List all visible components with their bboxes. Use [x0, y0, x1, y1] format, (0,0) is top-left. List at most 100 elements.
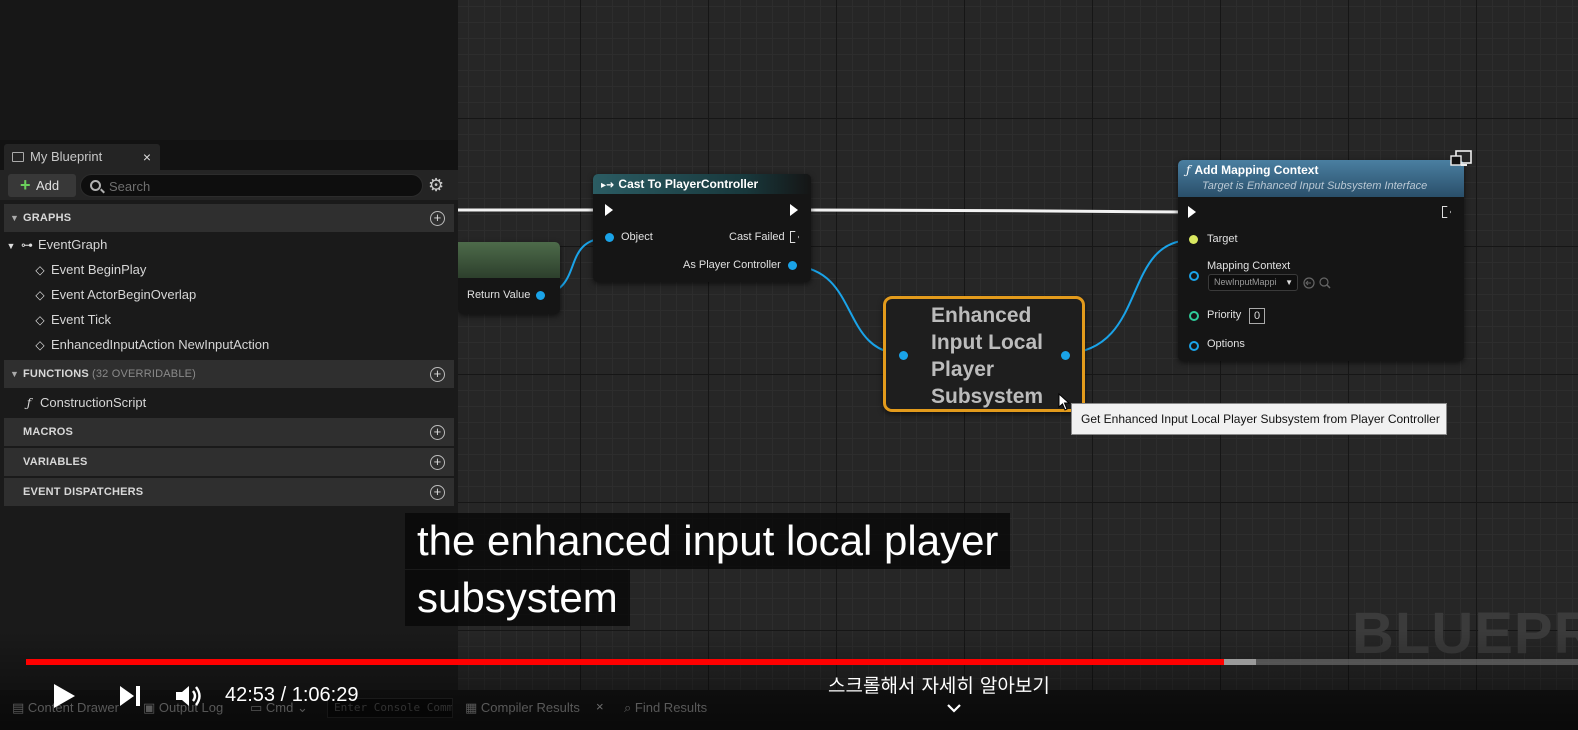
- tree-item-event[interactable]: ◇ Event Tick: [33, 308, 111, 332]
- compiler-results-label: Compiler Results: [480, 700, 580, 715]
- tree-item-event[interactable]: ◇ Event BeginPlay: [33, 258, 146, 282]
- construction-script-label: ConstructionScript: [40, 395, 147, 410]
- section-functions-label: FUNCTIONS: [23, 368, 89, 380]
- tab-label: My Blueprint: [30, 149, 103, 164]
- cast-to-playercontroller-node[interactable]: ▸➜ Cast To PlayerController Object Cast F…: [593, 174, 811, 282]
- return-value-node[interactable]: Return Value: [458, 242, 560, 314]
- section-functions[interactable]: ▼ FUNCTIONS (32 OVERRIDABLE) +: [4, 360, 454, 388]
- section-graphs-label: GRAPHS: [23, 212, 72, 224]
- collapse-arrow-icon: ▼: [6, 241, 16, 251]
- play-icon[interactable]: [50, 682, 78, 710]
- add-event-dispatcher-icon[interactable]: +: [430, 485, 445, 500]
- cast-object-label: Object: [621, 231, 653, 243]
- video-time: 42:53 / 1:06:29: [225, 684, 359, 706]
- add-graph-icon[interactable]: +: [430, 211, 445, 226]
- cast-failed-pin[interactable]: [790, 231, 799, 243]
- tab-row: My Blueprint ×: [0, 140, 458, 170]
- priority-pin[interactable]: [1189, 311, 1199, 321]
- scroll-for-details-hint[interactable]: 스크롤해서 자세히 알아보기: [828, 673, 1050, 699]
- mapping-context-label: Mapping Context: [1207, 260, 1291, 272]
- mapping-exec-out-pin[interactable]: [1442, 206, 1451, 218]
- add-button-label: Add: [36, 178, 60, 193]
- as-player-controller-pin[interactable]: [788, 261, 797, 270]
- caption-line-1: the enhanced input local player: [405, 513, 1011, 569]
- subsystem-output-pin[interactable]: [1061, 351, 1070, 360]
- event-label: Event Tick: [51, 312, 111, 327]
- add-macro-icon[interactable]: +: [430, 425, 445, 440]
- add-function-icon[interactable]: +: [430, 367, 445, 382]
- subsystem-title-line4: Subsystem: [931, 385, 1044, 408]
- viewport-blank-area: [0, 0, 458, 140]
- tree-item-construction-script[interactable]: ƒ ConstructionScript: [22, 391, 146, 415]
- mouse-cursor-icon: [1058, 393, 1070, 411]
- cast-exec-out-pin[interactable]: [790, 204, 798, 216]
- screen: Return Value ▸➜ Cast To PlayerController …: [0, 0, 1578, 730]
- priority-label: Priority: [1207, 309, 1242, 321]
- close-icon[interactable]: ×: [143, 144, 151, 170]
- search-icon: [90, 180, 101, 191]
- chevron-down-icon: ▼: [1285, 278, 1293, 287]
- next-video-icon[interactable]: [117, 684, 143, 708]
- function-icon: ƒ: [1186, 163, 1191, 177]
- return-value-pin[interactable]: [536, 291, 545, 300]
- volume-icon[interactable]: [174, 683, 204, 709]
- add-variable-icon[interactable]: +: [430, 455, 445, 470]
- collapse-arrow-icon: ▼: [10, 213, 20, 223]
- gear-icon[interactable]: ⚙: [428, 175, 444, 195]
- options-pin[interactable]: [1189, 341, 1199, 351]
- section-variables[interactable]: VARIABLES +: [4, 448, 454, 476]
- video-progress-bar[interactable]: [26, 659, 1578, 665]
- close-icon[interactable]: ×: [596, 699, 604, 714]
- browse-icons[interactable]: [1303, 276, 1333, 290]
- event-label: Event ActorBeginOverlap: [51, 287, 197, 302]
- mapping-node-subtitle: Target is Enhanced Input Subsystem Inter…: [1202, 180, 1428, 192]
- tab-my-blueprint[interactable]: My Blueprint ×: [4, 144, 160, 170]
- cast-exec-in-pin[interactable]: [605, 204, 613, 216]
- plus-icon: +: [20, 175, 31, 195]
- section-event-dispatchers[interactable]: EVENT DISPATCHERS +: [4, 478, 454, 506]
- monitor-icon: [1450, 150, 1472, 166]
- subsystem-node-title: Enhanced Input Local Player Subsystem: [931, 302, 1061, 410]
- panel-toolbar: + Add Search ⚙: [0, 170, 458, 200]
- section-event-dispatchers-label: EVENT DISPATCHERS: [23, 486, 144, 498]
- search-input[interactable]: Search: [80, 174, 423, 197]
- event-icon: ◇: [35, 288, 45, 302]
- add-mapping-context-node[interactable]: ƒ Add Mapping Context Target is Enhanced …: [1178, 160, 1464, 361]
- graph-icon: ⊶: [21, 238, 33, 252]
- content-drawer-icon: ▤: [12, 700, 28, 715]
- my-blueprint-panel: My Blueprint × + Add Search ⚙ ▼ GRAPHS +…: [0, 140, 458, 730]
- search-icon: ⌕: [624, 700, 635, 715]
- watermark: BLUEPRI: [1352, 601, 1578, 666]
- section-macros[interactable]: MACROS +: [4, 418, 454, 446]
- priority-input[interactable]: 0: [1249, 308, 1265, 324]
- functions-overridable-count: (32 OVERRIDABLE): [91, 368, 197, 380]
- cast-object-pin[interactable]: [605, 233, 614, 242]
- chevron-down-icon[interactable]: [945, 702, 963, 714]
- mapping-context-dropdown[interactable]: NewInputMappi ▼: [1208, 274, 1298, 291]
- tree-item-event[interactable]: ◇ Event ActorBeginOverlap: [33, 283, 196, 307]
- subsystem-title-line2: Input Local: [931, 331, 1043, 354]
- section-variables-label: VARIABLES: [23, 456, 88, 468]
- cast-node-title: Cast To PlayerController: [618, 177, 759, 191]
- target-label: Target: [1207, 233, 1238, 245]
- mapping-context-pin[interactable]: [1189, 271, 1199, 281]
- eventgraph-label: EventGraph: [38, 237, 108, 252]
- compiler-results-icon: ▦: [465, 700, 481, 715]
- mapping-exec-in-pin[interactable]: [1188, 206, 1196, 218]
- target-pin[interactable]: [1189, 235, 1198, 244]
- tree-item-eventgraph[interactable]: ▼ ⊶ EventGraph: [6, 233, 108, 257]
- subsystem-input-pin[interactable]: [899, 351, 908, 360]
- add-button[interactable]: + Add: [8, 174, 76, 197]
- tab-find-results[interactable]: ⌕ Find Results: [624, 700, 707, 716]
- return-value-label: Return Value: [467, 289, 531, 301]
- tree-item-event[interactable]: ◇ EnhancedInputAction NewInputAction: [33, 333, 269, 357]
- options-label: Options: [1207, 338, 1245, 350]
- section-graphs[interactable]: ▼ GRAPHS +: [4, 204, 454, 232]
- mapping-context-value: NewInputMappi: [1214, 277, 1277, 287]
- enhanced-input-subsystem-node[interactable]: Enhanced Input Local Player Subsystem: [883, 296, 1085, 412]
- tab-compiler-results[interactable]: ▦ Compiler Results: [465, 700, 580, 716]
- mapping-node-header: ƒ Add Mapping Context Target is Enhanced …: [1178, 160, 1464, 197]
- event-label: Event BeginPlay: [51, 262, 147, 277]
- output-log-icon: ▣: [143, 700, 159, 715]
- cast-failed-label: Cast Failed: [729, 231, 785, 243]
